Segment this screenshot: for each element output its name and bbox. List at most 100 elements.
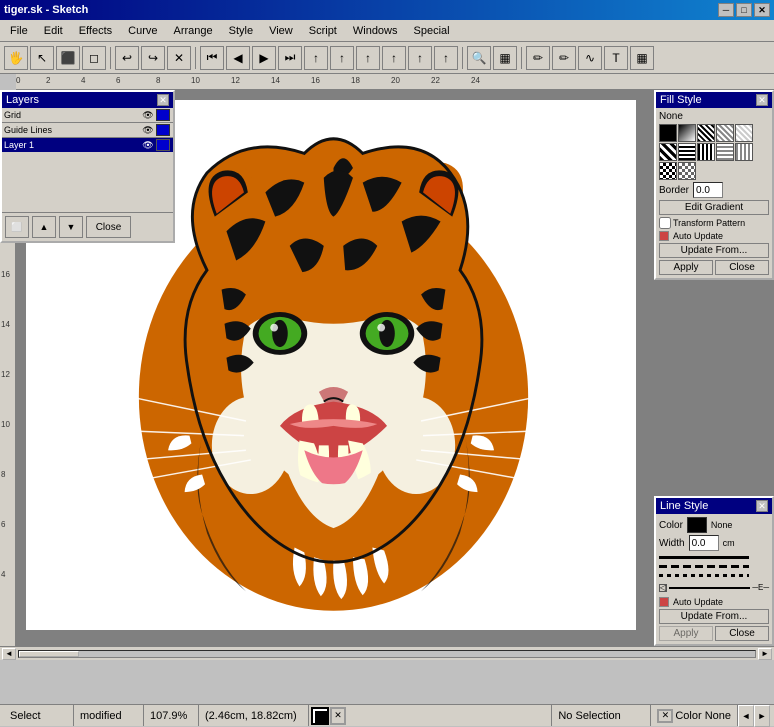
swatch-pattern2[interactable] — [716, 124, 734, 142]
minimize-button[interactable]: ─ — [718, 3, 734, 17]
line-color-swatch[interactable] — [687, 517, 707, 533]
swatch-pattern5[interactable] — [678, 143, 696, 161]
swatch-grad1[interactable] — [678, 124, 696, 142]
titlebar-buttons: ─ □ ✕ — [718, 3, 770, 17]
menu-windows[interactable]: Windows — [345, 23, 406, 39]
corner-right[interactable]: ► — [754, 705, 770, 727]
tool-next-frame[interactable]: ▶ — [252, 46, 276, 70]
line-dot[interactable] — [659, 574, 749, 577]
layers-close-btn[interactable]: ✕ — [157, 94, 169, 106]
tool-delete[interactable]: ✕ — [167, 46, 191, 70]
swatch-check1[interactable] — [659, 162, 677, 180]
line-close-btn[interactable]: ✕ — [756, 500, 768, 512]
menu-file[interactable]: File — [2, 23, 36, 39]
tool-pen[interactable]: ✏ — [526, 46, 550, 70]
swatch-pattern4[interactable] — [659, 143, 677, 161]
no-color-swatch[interactable]: ✕ — [330, 707, 346, 725]
tool-shape[interactable]: ▦ — [630, 46, 654, 70]
layers-layer1-name: Layer 1 — [4, 140, 141, 150]
current-fill-color[interactable] — [311, 707, 329, 725]
ruler-left-6: 6 — [1, 520, 5, 529]
line-width-label: Width — [659, 538, 685, 549]
menu-arrange[interactable]: Arrange — [165, 23, 220, 39]
tool-up1[interactable]: ↑ — [304, 46, 328, 70]
hscroll-thumb[interactable] — [19, 651, 79, 657]
close-window-button[interactable]: ✕ — [754, 3, 770, 17]
swatch-pattern7[interactable] — [716, 143, 734, 161]
fill-border-input[interactable] — [693, 182, 723, 198]
line-solid[interactable] — [659, 556, 749, 559]
tool-up6[interactable]: ↑ — [434, 46, 458, 70]
menubar: File Edit Effects Curve Arrange Style Vi… — [0, 20, 774, 42]
tool-grid[interactable]: ▦ — [493, 46, 517, 70]
tool-up2[interactable]: ↑ — [330, 46, 354, 70]
fill-apply-btn[interactable]: Apply — [659, 260, 713, 275]
swatch-pattern6[interactable] — [697, 143, 715, 161]
line-width-input[interactable] — [689, 535, 719, 551]
tool-last[interactable]: ⏭ — [278, 46, 302, 70]
layers-down-btn[interactable]: ▼ — [59, 216, 83, 238]
menu-edit[interactable]: Edit — [36, 23, 71, 39]
swatch-check2[interactable] — [678, 162, 696, 180]
menu-style[interactable]: Style — [221, 23, 261, 39]
line-apply-btn[interactable]: Apply — [659, 626, 713, 641]
menu-script[interactable]: Script — [301, 23, 345, 39]
line-arrow-row: ◁ ─E─ — [659, 583, 769, 592]
tool-text[interactable]: T — [604, 46, 628, 70]
line-action-btns: Apply Close — [659, 626, 769, 641]
tool-pen2[interactable]: ✏ — [552, 46, 576, 70]
line-update-from-btn[interactable]: Update From... — [659, 609, 769, 624]
color-palette[interactable]: ✕ — [311, 707, 549, 725]
layers-add-btn[interactable]: ⬜ — [5, 216, 29, 238]
swatch-pattern8[interactable] — [735, 143, 753, 161]
tool-arrow[interactable]: ↖ — [30, 46, 54, 70]
tool-up4[interactable]: ↑ — [382, 46, 406, 70]
tool-up5[interactable]: ↑ — [408, 46, 432, 70]
hscroll-right[interactable]: ► — [758, 648, 772, 660]
tool-prev[interactable]: ◀ — [226, 46, 250, 70]
layer-guide-color — [156, 124, 170, 136]
fill-close-btn[interactable]: ✕ — [756, 94, 768, 106]
line-style-options: ◁ ─E─ — [659, 554, 769, 594]
tool-redo[interactable]: ↪ — [141, 46, 165, 70]
color-none-label: Color None — [675, 710, 731, 722]
corner-left[interactable]: ◄ — [738, 705, 754, 727]
status-zoom: 107.9% — [144, 705, 199, 726]
line-close-btn2[interactable]: Close — [715, 626, 769, 641]
toolbar: 🖐 ↖ ⬛ ◻ ↩ ↪ ✕ ⏮ ◀ ▶ ⏭ ↑ ↑ ↑ ↑ ↑ ↑ 🔍 ▦ ✏ … — [0, 42, 774, 74]
menu-special[interactable]: Special — [406, 23, 458, 39]
fill-transform-row: Transform Pattern — [659, 217, 769, 229]
tool-bezier[interactable]: ∿ — [578, 46, 602, 70]
swatch-pattern1[interactable] — [697, 124, 715, 142]
ruler-mark-6: 6 — [116, 76, 120, 85]
ruler-mark-8: 8 — [156, 76, 160, 85]
tool-zoom[interactable]: 🔍 — [467, 46, 491, 70]
fill-edit-gradient-btn[interactable]: Edit Gradient — [659, 200, 769, 215]
line-line — [669, 587, 750, 589]
tool-select[interactable]: 🖐 — [4, 46, 28, 70]
line-dash[interactable] — [659, 565, 749, 568]
hscroll-left[interactable]: ◄ — [2, 648, 16, 660]
titlebar: tiger.sk - Sketch ─ □ ✕ — [0, 0, 774, 20]
layers-up-btn[interactable]: ▲ — [32, 216, 56, 238]
fill-update-from-btn[interactable]: Update From... — [659, 243, 769, 258]
color-none-indicator: ✕ Color None — [651, 705, 738, 726]
swatch-pattern3[interactable] — [735, 124, 753, 142]
menu-curve[interactable]: Curve — [120, 23, 165, 39]
tool-select-rect[interactable]: ⬛ — [56, 46, 80, 70]
tool-lasso[interactable]: ◻ — [82, 46, 106, 70]
tool-first[interactable]: ⏮ — [200, 46, 224, 70]
fill-close-btn2[interactable]: Close — [715, 260, 769, 275]
hscroll-track[interactable] — [18, 650, 756, 658]
tool-undo[interactable]: ↩ — [115, 46, 139, 70]
maximize-button[interactable]: □ — [736, 3, 752, 17]
tool-up3[interactable]: ↑ — [356, 46, 380, 70]
menu-view[interactable]: View — [261, 23, 301, 39]
line-arrow-left[interactable]: ◁ — [659, 584, 667, 592]
swatch-black[interactable] — [659, 124, 677, 142]
current-stroke-color[interactable] — [315, 711, 327, 723]
menu-effects[interactable]: Effects — [71, 23, 120, 39]
hscroll[interactable]: ◄ ► — [0, 646, 774, 660]
fill-transform-check[interactable] — [659, 217, 671, 229]
layers-close-panel-btn[interactable]: Close — [86, 216, 131, 238]
